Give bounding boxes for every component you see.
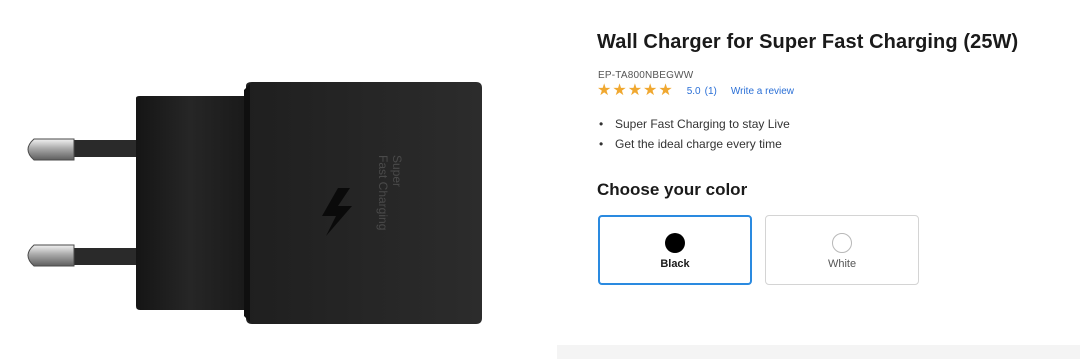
svg-text:Super: Super <box>390 155 404 187</box>
product-image: Super Fast Charging <box>0 0 560 359</box>
bullet-icon: • <box>599 117 604 131</box>
feature-item: • Get the ideal charge every time <box>599 136 790 156</box>
product-sku: EP-TA800NBEGWW <box>598 70 694 81</box>
color-option-label: White <box>827 258 857 270</box>
product-title: Wall Charger for Super Fast Charging (25… <box>597 31 1019 53</box>
write-review-link[interactable]: Write a review <box>731 86 794 97</box>
rating-score: 5.0 <box>686 85 701 97</box>
color-dot-white <box>832 233 852 253</box>
bottom-panel <box>557 345 1080 359</box>
feature-list: • Super Fast Charging to stay Live • Get… <box>599 116 790 156</box>
svg-text:Fast Charging: Fast Charging <box>376 155 390 230</box>
star-icon: ★ <box>658 82 673 99</box>
color-option-label: Black <box>660 258 690 270</box>
star-icon: ★ <box>627 82 643 99</box>
color-dot-black <box>665 233 685 253</box>
bullet-icon: • <box>599 137 604 151</box>
star-icon: ★ <box>597 82 612 99</box>
color-heading: Choose your color <box>597 180 748 199</box>
rating-row: ★ ★ ★ ★ ★ 5.0 (1) Write a review <box>597 83 794 99</box>
feature-item: • Super Fast Charging to stay Live <box>599 116 790 136</box>
color-option-white[interactable]: White <box>765 215 919 285</box>
feature-text: Super Fast Charging to stay Live <box>615 117 790 131</box>
plug-pin <box>27 138 142 161</box>
rating-count[interactable]: (1) <box>705 86 717 97</box>
color-option-black[interactable]: Black <box>598 215 752 285</box>
star-icon: ★ <box>612 82 627 99</box>
star-icon: ★ <box>643 82 658 99</box>
rating-stars: ★ ★ ★ ★ ★ <box>597 83 673 99</box>
charger-illustration: Super Fast Charging <box>27 82 482 324</box>
plug-pin <box>27 244 142 267</box>
feature-text: Get the ideal charge every time <box>615 137 782 151</box>
